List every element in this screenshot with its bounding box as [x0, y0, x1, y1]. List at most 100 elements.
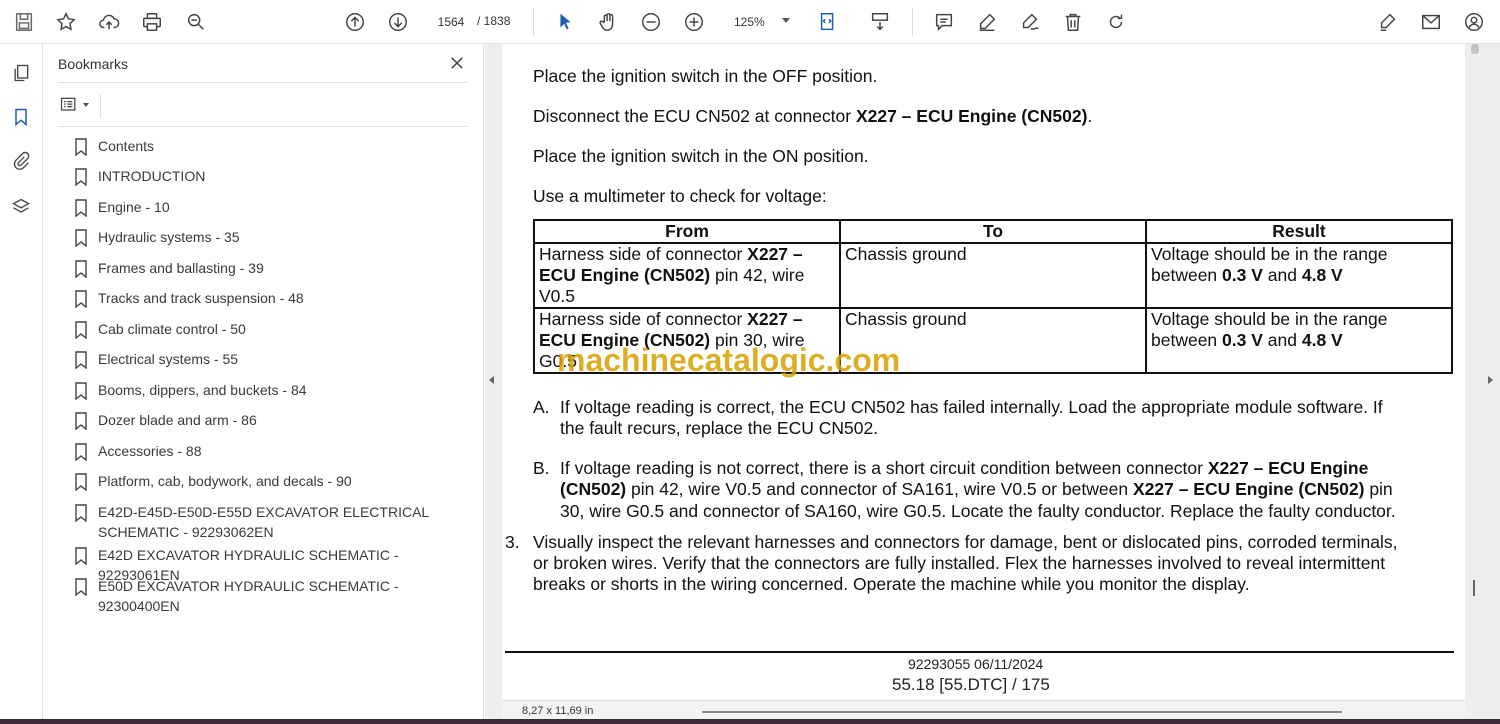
table-cell-from: Harness side of connector X227 – ECU Engi… [533, 242, 841, 309]
options-separator [100, 94, 101, 118]
bookmark-item[interactable]: Tracks and track suspension - 48 [74, 288, 474, 308]
hand-tool-icon[interactable] [592, 6, 624, 38]
collapse-panel-icon[interactable] [489, 376, 494, 384]
bookmarks-panel: Bookmarks Contents INTRODUCTION Engine -… [44, 44, 484, 724]
page-number-input[interactable]: 1564 [430, 10, 472, 34]
bookmark-panel-icon[interactable] [6, 102, 36, 132]
bookmark-icon [75, 578, 87, 596]
list-marker: 3. [505, 532, 520, 552]
bookmark-icon [75, 382, 87, 400]
bookmark-label: Accessories - 88 [98, 443, 202, 459]
bookmark-item[interactable]: Platform, cab, bodywork, and decals - 90 [74, 471, 474, 491]
comment-icon[interactable] [928, 6, 960, 38]
bookmark-icon [75, 290, 87, 308]
instruction-text: Place the ignition switch in the ON posi… [533, 146, 869, 166]
save-icon[interactable] [8, 6, 40, 38]
bookmark-item[interactable]: Hydraulic systems - 35 [74, 227, 474, 247]
bookmark-label: E50D EXCAVATOR HYDRAULIC SCHEMATIC - 923… [98, 578, 399, 614]
layers-icon[interactable] [6, 192, 36, 222]
bookmark-label: Tracks and track suspension - 48 [98, 290, 304, 306]
vertical-scrollbar[interactable] [1470, 44, 1480, 700]
print-icon[interactable] [136, 6, 168, 38]
bookmark-label: INTRODUCTION [98, 168, 206, 184]
draw-signature-icon[interactable] [1014, 6, 1046, 38]
bookmark-item[interactable]: Accessories - 88 [74, 441, 474, 461]
sign-pen-icon[interactable] [1372, 6, 1404, 38]
bookmark-label: Cab climate control - 50 [98, 321, 246, 337]
bookmark-label: Booms, dippers, and buckets - 84 [98, 382, 307, 398]
next-page-icon[interactable] [382, 6, 414, 38]
bookmark-item[interactable]: Dozer blade and arm - 86 [74, 410, 474, 430]
highlight-pen-icon[interactable] [971, 6, 1003, 38]
list-marker: B. [533, 458, 550, 478]
list-item-text: Visually inspect the relevant harnesses … [533, 532, 1398, 552]
zoom-in-icon[interactable] [678, 6, 710, 38]
bookmark-item[interactable]: Frames and ballasting - 39 [74, 258, 474, 278]
bookmark-icon [75, 351, 87, 369]
bookmark-item[interactable]: Booms, dippers, and buckets - 84 [74, 380, 474, 400]
star-icon[interactable] [50, 6, 82, 38]
chevron-down-icon [83, 103, 89, 107]
bookmark-label: Platform, cab, bodywork, and decals - 90 [98, 473, 352, 489]
panel-divider [58, 82, 468, 83]
table-cell-result: Voltage should be in the range between 0.… [1145, 242, 1453, 309]
expand-panel-icon[interactable] [1488, 376, 1493, 384]
bookmark-label: Hydraulic systems - 35 [98, 229, 240, 245]
bookmark-item[interactable]: Contents [74, 136, 474, 156]
bookmark-label: Electrical systems - 55 [98, 351, 239, 367]
scroll-mode-icon[interactable] [864, 6, 896, 38]
horizontal-scrollbar[interactable] [702, 711, 1342, 713]
scroll-position-marker [1473, 580, 1475, 596]
previous-page-icon[interactable] [339, 6, 371, 38]
options-list-icon [60, 97, 76, 111]
toolbar-separator [912, 8, 913, 36]
bookmark-icon [75, 412, 87, 430]
bookmark-item[interactable]: INTRODUCTION [74, 166, 474, 186]
account-icon[interactable] [1458, 6, 1490, 38]
bookmark-label-line2: SCHEMATIC - 92293062EN [98, 524, 274, 540]
table-cell-to: Chassis ground [839, 242, 1147, 309]
bookmark-options-button[interactable] [58, 94, 101, 118]
close-icon[interactable] [446, 52, 468, 74]
page-thumbnails-icon[interactable] [6, 58, 36, 88]
bookmark-icon [75, 321, 87, 339]
bookmark-icon [75, 473, 87, 491]
list-item-text: (CN502) pin 42, wire V0.5 and connector … [560, 479, 1393, 499]
select-cursor-icon[interactable] [549, 6, 581, 38]
table-header-row: From To Result [533, 219, 1453, 244]
zoom-out-icon[interactable] [635, 6, 667, 38]
list-marker: A. [533, 397, 550, 417]
bookmark-label: Engine - 10 [98, 199, 170, 215]
attachment-icon[interactable] [6, 146, 36, 176]
zoom-value: 125% [734, 15, 765, 29]
bookmark-label: Dozer blade and arm - 86 [98, 412, 257, 428]
redo-icon[interactable] [1100, 6, 1132, 38]
delete-icon[interactable] [1057, 6, 1089, 38]
zoom-search-icon[interactable] [180, 6, 212, 38]
footer-document-id: 92293055 06/11/2024 [908, 656, 1044, 672]
scrollbar-thumb[interactable] [1471, 44, 1479, 54]
zoom-dropdown[interactable]: 125% [722, 10, 798, 34]
email-icon[interactable] [1415, 6, 1447, 38]
toolbar: 1564 / 1838 125% [0, 0, 1500, 44]
bookmarks-title: Bookmarks [58, 56, 129, 72]
list-item-text: the fault recurs, replace the ECU CN502. [560, 418, 879, 438]
list-item-text: If voltage reading is not correct, there… [560, 458, 1369, 478]
bookmark-item[interactable]: Cab climate control - 50 [74, 319, 474, 339]
instruction-text: Disconnect the ECU CN502 at connector X2… [533, 106, 1093, 126]
panel-divider [58, 126, 468, 127]
bookmark-item[interactable]: E42D-E45D-E50D-E55D EXCAVATOR ELECTRICAL… [74, 502, 474, 542]
bookmark-item[interactable]: E50D EXCAVATOR HYDRAULIC SCHEMATIC - 923… [74, 576, 474, 616]
bookmark-item[interactable]: Engine - 10 [74, 197, 474, 217]
bookmark-icon [75, 229, 87, 247]
pdf-page: Place the ignition switch in the OFF pos… [502, 44, 1465, 720]
bookmark-item[interactable]: Electrical systems - 55 [74, 349, 474, 369]
bookmark-icon [75, 504, 87, 522]
upload-cloud-icon[interactable] [93, 6, 125, 38]
table-header: Result [1145, 219, 1453, 244]
bookmark-label: Frames and ballasting - 39 [98, 260, 264, 276]
page-fit-icon[interactable] [812, 6, 844, 38]
list-item-text: breaks or shorts in the wiring concerned… [533, 574, 1250, 594]
table-header: To [839, 219, 1147, 244]
taskbar-edge [0, 719, 1500, 724]
